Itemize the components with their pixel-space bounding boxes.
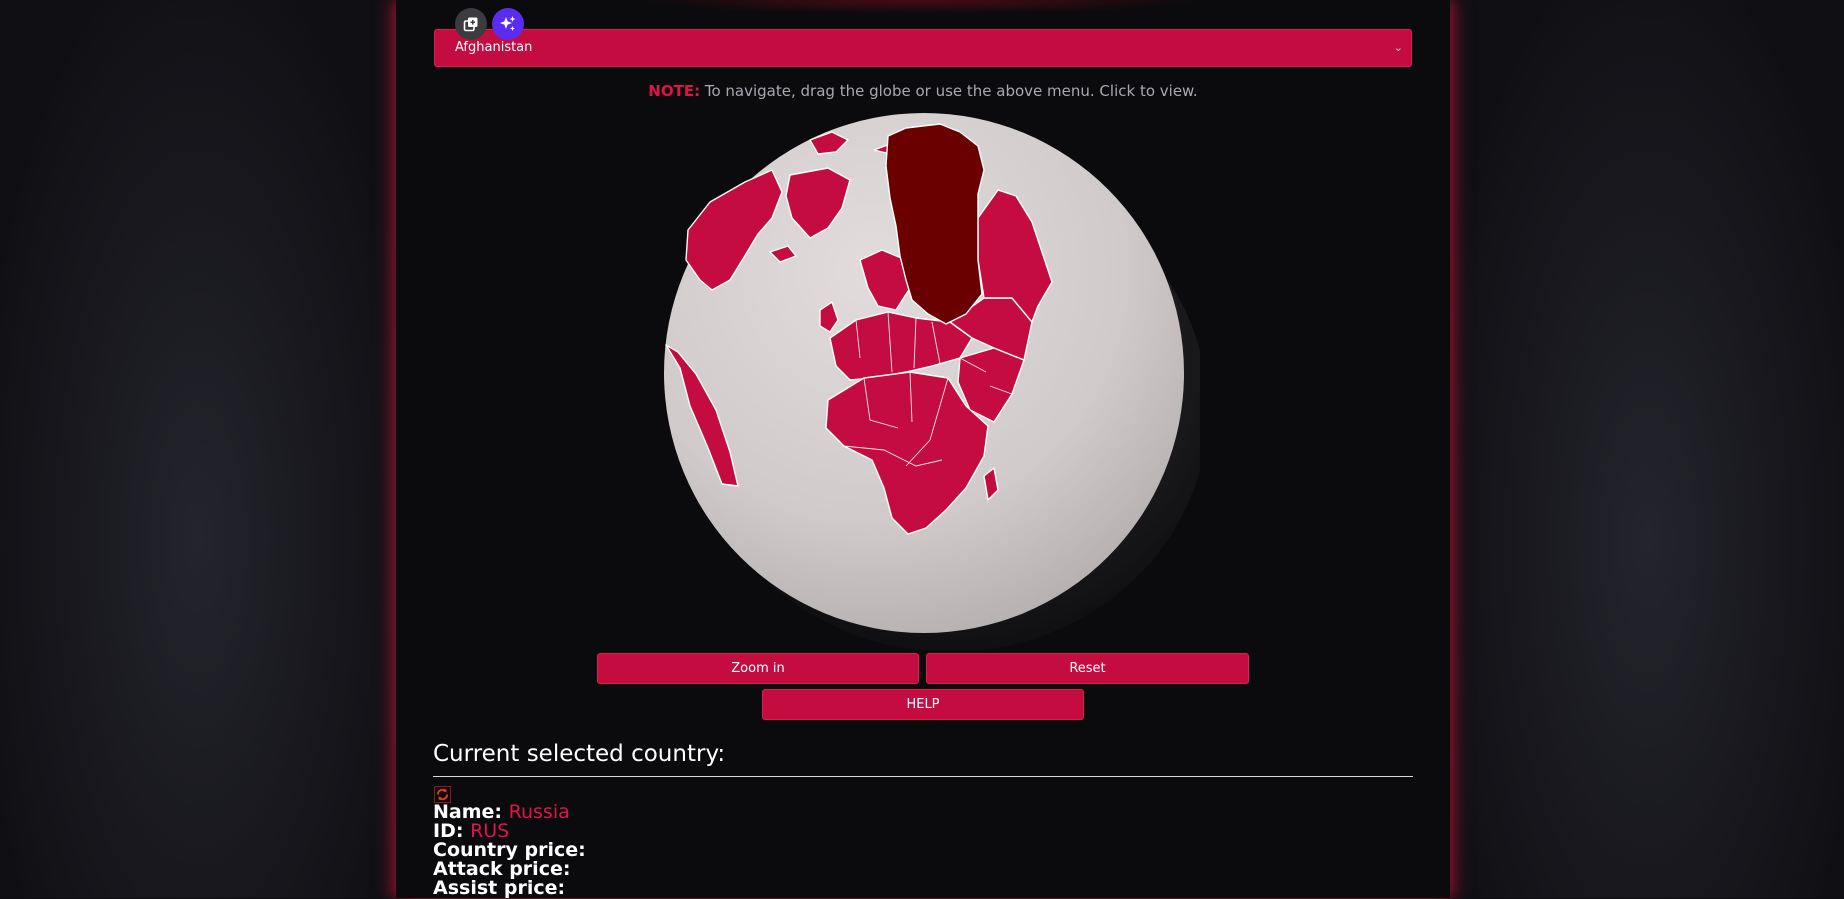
zoom-in-button[interactable]: Zoom in — [597, 653, 919, 684]
assist-price-row: Assist price: — [433, 877, 565, 899]
section-heading: Current selected country: — [433, 741, 726, 767]
assist-price-label: Assist price: — [433, 877, 566, 899]
background-left — [0, 0, 396, 898]
navigation-note: NOTE: To navigate, drag the globe or use… — [434, 82, 1412, 100]
section-divider — [433, 776, 1413, 777]
globe-map[interactable] — [660, 110, 1208, 652]
copy-button[interactable] — [455, 8, 487, 40]
chevron-down-icon: ⌄ — [1393, 41, 1403, 54]
help-button[interactable]: HELP — [762, 689, 1084, 720]
name-value: Russia — [508, 801, 570, 823]
globe[interactable] — [660, 110, 1208, 652]
ai-assistant-button[interactable] — [492, 8, 524, 40]
note-label: NOTE: — [648, 82, 701, 100]
panel-glow — [640, 0, 1200, 14]
country-select-value: Afghanistan — [455, 40, 533, 55]
note-text: To navigate, drag the globe or use the a… — [700, 82, 1198, 100]
background-right — [1450, 0, 1844, 898]
sparkles-icon — [500, 16, 516, 31]
country-select[interactable]: Afghanistan ⌄ — [434, 29, 1412, 67]
copy-icon — [463, 17, 478, 32]
reset-button[interactable]: Reset — [926, 653, 1249, 684]
